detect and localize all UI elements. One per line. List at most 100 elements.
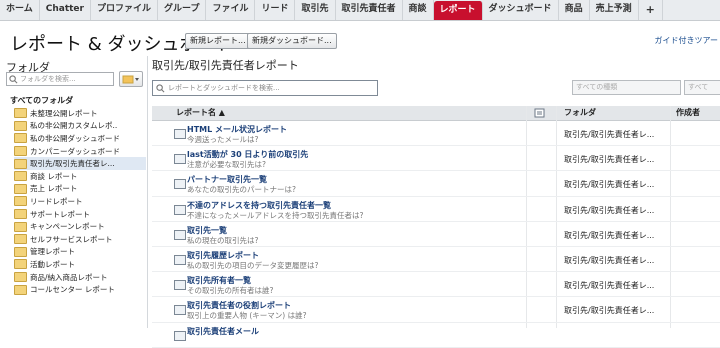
- table-row[interactable]: 取引先責任者の役割レポート 取引上の重要人物 (キーマン) は誰? 取引先/取引先責…: [152, 297, 720, 323]
- folder-item[interactable]: 未整理公開レポート: [14, 107, 146, 120]
- tab-opportunities[interactable]: 商談: [403, 0, 434, 20]
- tab-home[interactable]: ホーム: [0, 0, 40, 20]
- report-description: 取引上の重要人物 (キーマン) は誰?: [187, 311, 307, 321]
- folder-item[interactable]: 商談 レポート: [14, 170, 146, 183]
- folder-item[interactable]: コールセンター レポート: [14, 283, 146, 296]
- report-description: 注意が必要な取引先は?: [187, 160, 266, 170]
- folder-icon: [14, 234, 27, 245]
- owner-filter-select[interactable]: すべて: [684, 80, 720, 95]
- folder-item[interactable]: サポートレポート: [14, 208, 146, 221]
- report-folder: 取引先/取引先責任者レ...: [564, 230, 655, 240]
- folder-label: 私の非公開カスタムレポ..: [30, 121, 118, 131]
- report-icon: [174, 254, 186, 265]
- folder-label: カンパニーダッシュボード: [30, 146, 120, 156]
- column-report-name[interactable]: レポート名 ▲: [176, 106, 225, 120]
- column-creator[interactable]: 作成者: [676, 106, 700, 120]
- new-report-button[interactable]: 新規レポート...: [185, 33, 251, 49]
- column-folder[interactable]: フォルダ: [564, 106, 596, 120]
- folder-search-input[interactable]: フォルダを検索...: [6, 72, 114, 86]
- folder-icon: [14, 284, 27, 295]
- folder-item[interactable]: 活動レポート: [14, 258, 146, 271]
- tab-dashboards[interactable]: ダッシュボード: [483, 0, 559, 20]
- report-name-link[interactable]: 取引先責任者メール: [187, 326, 259, 337]
- report-folder: 取引先/取引先責任者レ...: [564, 306, 655, 316]
- new-dashboard-button[interactable]: 新規ダッシュボード...: [247, 33, 337, 49]
- folder-label: サポートレポート: [30, 209, 90, 219]
- folder-label: 管理レポート: [30, 247, 75, 257]
- folder-item[interactable]: 管理レポート: [14, 246, 146, 259]
- report-icon: [174, 129, 186, 139]
- panel-divider[interactable]: [147, 56, 148, 328]
- report-description: あなたの取引先のパートナーは?: [187, 185, 296, 195]
- folder-item[interactable]: セルフサービスレポート: [14, 233, 146, 246]
- table-row[interactable]: 取引先履歴レポート 私の取引先の項目のデータ変更履歴は? 取引先/取引先責任者レ..…: [152, 247, 720, 273]
- report-folder: 取引先/取引先責任者レ...: [564, 180, 655, 190]
- table-row[interactable]: 取引先一覧 私の現在の取引先は? 取引先/取引先責任者レ...: [152, 222, 720, 247]
- report-icon: [174, 154, 186, 165]
- report-description: その取引先の所有者は誰?: [187, 286, 274, 296]
- folder-item[interactable]: 商品/納入商品レポート: [14, 271, 146, 284]
- folder-icon: [14, 272, 27, 283]
- tab-reports[interactable]: レポート: [433, 1, 483, 20]
- folder-icon: [14, 133, 27, 144]
- table-row[interactable]: 取引先責任者メール: [152, 323, 720, 348]
- tab-accounts[interactable]: 取引先: [295, 0, 336, 20]
- tab-products[interactable]: 商品: [559, 0, 590, 20]
- tab-files[interactable]: ファイル: [206, 0, 256, 20]
- tab-add-button[interactable]: +: [639, 0, 663, 20]
- report-search-input[interactable]: レポートとダッシュボードを検索...: [152, 80, 378, 96]
- folder-list: 未整理公開レポート 私の非公開カスタムレポ.. 私の非公開ダッシュボード カンパ…: [14, 107, 146, 296]
- report-search-placeholder: レポートとダッシュボードを検索...: [168, 84, 280, 92]
- folder-label: セルフサービスレポート: [30, 234, 113, 244]
- report-table: HTML メール状況レポート 今週送ったメールは? 取引先/取引先責任者レ... l…: [152, 121, 720, 348]
- report-description: 今週送ったメールは?: [187, 135, 259, 144]
- tab-contacts[interactable]: 取引先責任者: [336, 0, 403, 20]
- folder-label: 売上 レポート: [30, 184, 78, 194]
- folder-icon: [14, 158, 27, 169]
- folder-item[interactable]: 売上 レポート: [14, 183, 146, 196]
- folder-icon: [14, 146, 27, 157]
- report-folder: 取引先/取引先責任者レ...: [564, 255, 655, 265]
- folder-search-placeholder: フォルダを検索...: [20, 75, 76, 83]
- guided-tour-link[interactable]: ガイド付きツアー: [654, 35, 718, 46]
- report-folder: 取引先/取引先責任者レ...: [564, 205, 655, 215]
- folder-label: 商談 レポート: [30, 171, 78, 181]
- report-folder: 取引先/取引先責任者レ...: [564, 155, 655, 165]
- folder-item[interactable]: リードレポート: [14, 195, 146, 208]
- type-filter-select[interactable]: すべての種類: [572, 80, 681, 95]
- folder-icon: [14, 183, 27, 194]
- report-icon: [174, 280, 186, 291]
- all-folders-label[interactable]: すべてのフォルダ: [10, 95, 73, 106]
- report-icon: [174, 179, 186, 190]
- report-description: 不達になったメールアドレスを持つ取引先責任者は?: [187, 210, 364, 220]
- folder-item[interactable]: 私の非公開カスタムレポ..: [14, 120, 146, 133]
- folder-label: 商品/納入商品レポート: [30, 272, 108, 282]
- new-folder-button[interactable]: [119, 71, 143, 87]
- report-folder: 取引先/取引先責任者レ...: [564, 130, 655, 139]
- folder-label: 未整理公開レポート: [30, 108, 98, 118]
- folder-label: 私の非公開ダッシュボード: [30, 133, 120, 143]
- table-row[interactable]: 不達のアドレスを持つ取引先責任者一覧 不達になったメールアドレスを持つ取引先責任者…: [152, 197, 720, 222]
- folder-item[interactable]: キャンペーンレポート: [14, 220, 146, 233]
- tab-profile[interactable]: プロファイル: [91, 0, 158, 20]
- folder-icon: [14, 108, 27, 119]
- tab-leads[interactable]: リード: [255, 0, 296, 20]
- table-row[interactable]: last活動が 30 日より前の取引先 注意が必要な取引先は? 取引先/取引先責任者…: [152, 146, 720, 172]
- folder-icon: [14, 259, 27, 270]
- table-row[interactable]: HTML メール状況レポート 今週送ったメールは? 取引先/取引先責任者レ...: [152, 121, 720, 147]
- report-folder: 取引先/取引先責任者レ...: [564, 281, 655, 291]
- folder-icon: [14, 171, 27, 182]
- folder-item[interactable]: 私の非公開ダッシュボード: [14, 132, 146, 145]
- folder-heading: 取引先/取引先責任者レポート: [152, 59, 299, 72]
- tab-forecasts[interactable]: 売上予測: [590, 0, 639, 20]
- folder-item-selected[interactable]: 取引先/取引先責任者レ...: [14, 157, 146, 170]
- table-row[interactable]: パートナー取引先一覧 あなたの取引先のパートナーは? 取引先/取引先責任者レ...: [152, 171, 720, 197]
- folder-icon: [14, 246, 27, 257]
- tab-groups[interactable]: グループ: [158, 0, 207, 20]
- table-row[interactable]: 取引先所有者一覧 その取引先の所有者は誰? 取引先/取引先責任者レ...: [152, 272, 720, 298]
- tab-chatter[interactable]: Chatter: [40, 0, 91, 20]
- folder-item[interactable]: カンパニーダッシュボード: [14, 145, 146, 158]
- column-settings-icon[interactable]: [534, 108, 546, 118]
- folder-icon: [14, 196, 27, 207]
- search-icon: [156, 83, 165, 92]
